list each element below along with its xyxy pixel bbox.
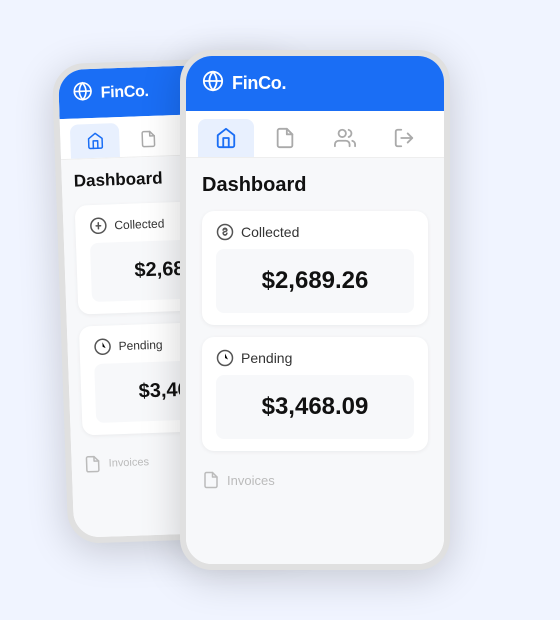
front-brand-name: FinCo. (232, 73, 286, 94)
back-brand-icon (72, 81, 93, 107)
front-page-title: Dashboard (202, 174, 428, 197)
front-invoices-label: Invoices (227, 473, 275, 488)
front-collected-value: $2,689.26 (262, 267, 369, 294)
back-nav-home[interactable] (70, 123, 120, 159)
front-nav-documents[interactable] (258, 119, 314, 157)
back-pending-label: Pending (118, 338, 163, 354)
phone-front: FinCo. Dashboard Col (180, 50, 450, 570)
front-pending-label: Pending (241, 350, 292, 366)
front-collected-label: Collected (241, 224, 299, 240)
front-nav-users[interactable] (317, 119, 373, 157)
back-collected-label: Collected (114, 217, 164, 233)
front-pending-value: $3,468.09 (262, 393, 369, 420)
front-collected-card: Collected $2,689.26 (202, 211, 428, 325)
clock-icon (216, 349, 234, 367)
front-invoices-row[interactable]: Invoices (202, 463, 428, 497)
front-nav-logout[interactable] (377, 119, 433, 157)
invoices-icon (202, 471, 220, 489)
front-pending-value-box: $3,468.09 (216, 375, 414, 439)
front-pending-label-row: Pending (216, 349, 414, 367)
back-brand-name: FinCo. (100, 82, 149, 102)
front-collected-label-row: Collected (216, 223, 414, 241)
front-nav (186, 111, 444, 158)
front-header: FinCo. (186, 56, 444, 111)
back-nav-documents[interactable] (123, 121, 173, 157)
front-brand-icon (202, 70, 224, 97)
front-nav-home[interactable] (198, 119, 254, 157)
back-invoices-label: Invoices (108, 456, 149, 469)
front-collected-value-box: $2,689.26 (216, 249, 414, 313)
dollar-circle-icon (216, 223, 234, 241)
front-content: Dashboard Collected $2,689.26 (186, 158, 444, 570)
front-pending-card: Pending $3,468.09 (202, 337, 428, 451)
